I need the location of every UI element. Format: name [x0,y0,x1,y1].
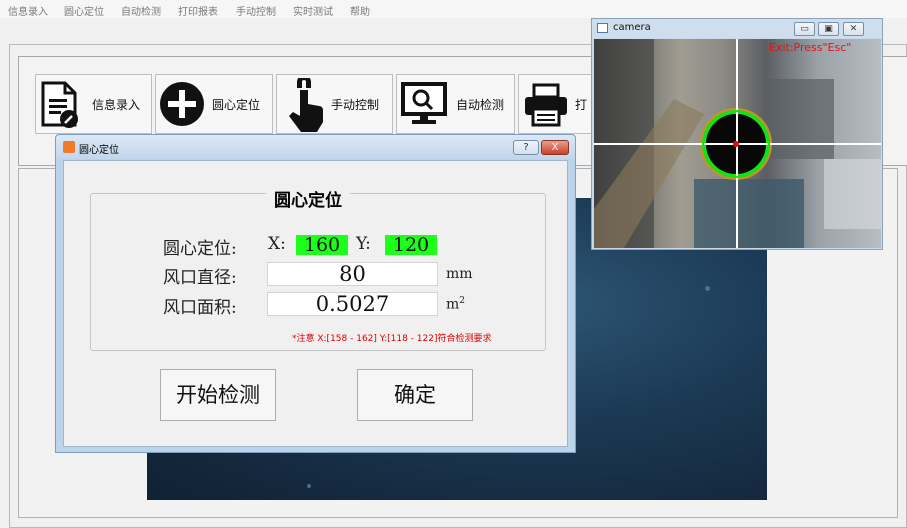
menu-bar: 信息录入 圆心定位 自动检测 打印报表 手动控制 实时测试 帮助 [0,0,907,18]
area-unit: m2 [446,296,465,313]
exit-hint: Exit:Press"Esc" [769,41,852,54]
auto-detect-button[interactable]: 自动检测 [396,74,515,134]
menu-print-report[interactable]: 打印报表 [178,3,218,18]
manual-control-label: 手动控制 [331,98,380,112]
hand-pointer-icon [289,78,323,132]
center-locate-button[interactable]: 圆心定位 [155,74,273,134]
maximize-button[interactable]: ▣ [818,22,839,36]
x-label: X: [268,234,286,254]
group-title: 圆心定位 [266,186,350,211]
dialog-titlebar[interactable]: 圆心定位 ? X [56,135,575,159]
menu-auto-detect[interactable]: 自动检测 [121,3,161,18]
document-edit-icon [41,81,78,128]
area-unit-exponent: 2 [459,296,466,306]
y-label: Y: [356,234,371,254]
window-icon [597,23,608,33]
camera-titlebar[interactable]: camera ▭ ▣ ✕ [592,19,882,38]
print-report-button[interactable]: 打 [518,74,598,134]
start-detect-button[interactable]: 开始检测 [160,369,276,421]
center-locate-label: 圆心定位 [212,98,261,112]
bg-dot [307,484,311,488]
menu-info-entry[interactable]: 信息录入 [8,3,48,18]
print-report-label: 打 [575,98,588,112]
center-point [733,141,739,147]
bg-dot [705,286,710,291]
x-value: 160 [296,235,348,255]
dialog-title: 圆心定位 [79,145,119,156]
printer-icon [525,83,567,127]
menu-manual-control[interactable]: 手动控制 [236,3,276,18]
info-entry-button[interactable]: 信息录入 [35,74,152,134]
crosshair-overlay [594,39,881,248]
area-label: 风口面积: [163,298,237,318]
monitor-search-icon [401,82,447,124]
help-button[interactable]: ? [513,140,539,155]
camera-close-button[interactable]: ✕ [843,22,864,36]
manual-control-button[interactable]: 手动控制 [276,74,393,134]
tolerance-note: *注意 X:[158 - 162] Y:[118 - 122]符合检测要求 [292,334,492,344]
y-value: 120 [385,235,437,255]
auto-detect-label: 自动检测 [456,98,505,112]
confirm-button[interactable]: 确定 [357,369,473,421]
minimize-button[interactable]: ▭ [794,22,815,36]
diameter-unit: mm [446,266,473,282]
center-label: 圆心定位: [163,239,237,259]
menu-realtime-test[interactable]: 实时测试 [293,3,333,18]
menu-help[interactable]: 帮助 [350,3,370,18]
plus-circle-icon [160,82,204,126]
close-button[interactable]: X [541,140,569,155]
menu-center-locate[interactable]: 圆心定位 [64,3,104,18]
area-field[interactable]: 0.5027 [267,292,438,316]
app-icon [63,141,75,153]
area-unit-base: m [446,296,460,313]
diameter-field[interactable]: 80 [267,262,438,286]
info-entry-label: 信息录入 [92,98,141,112]
camera-title: camera [613,22,651,33]
diameter-label: 风口直径: [163,268,237,288]
